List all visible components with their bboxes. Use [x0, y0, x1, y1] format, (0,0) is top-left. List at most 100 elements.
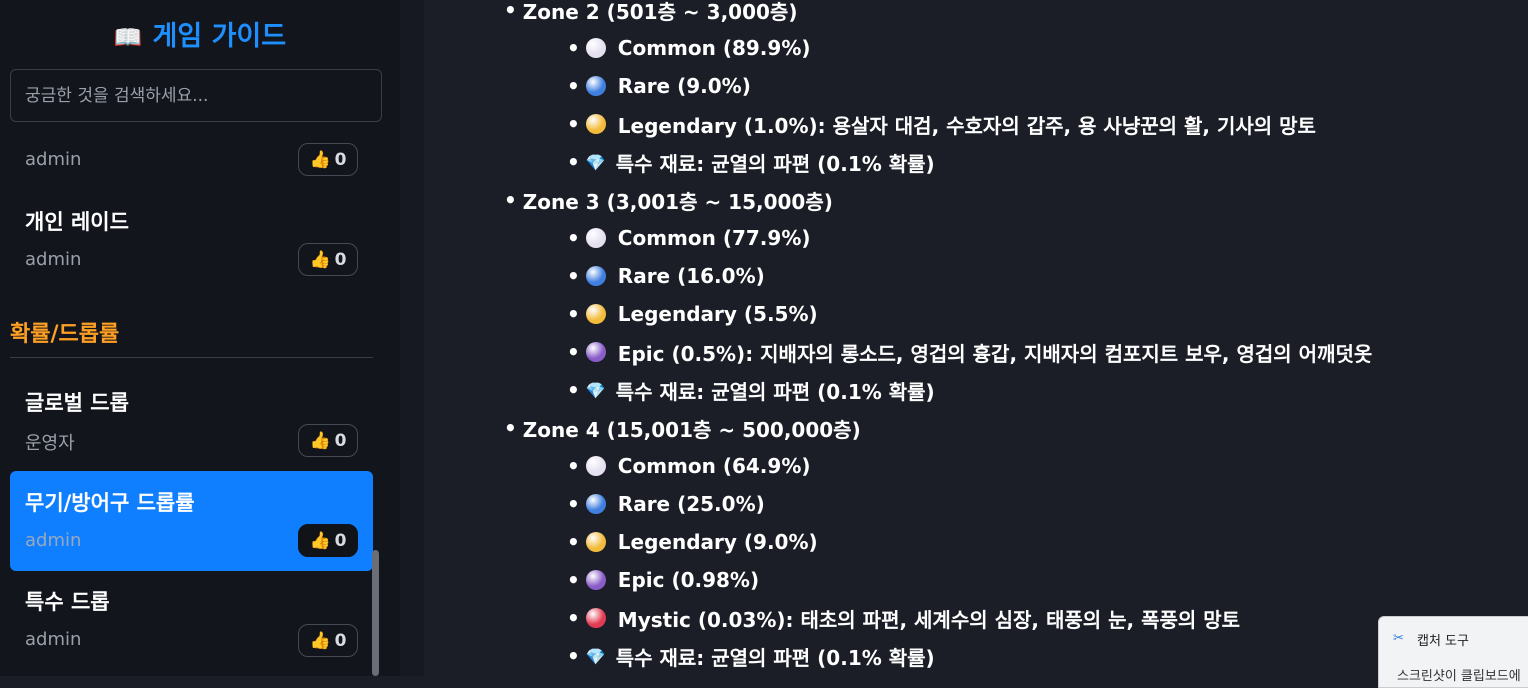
notification-message: 스크린샷이 클립보드에 — [1397, 669, 1521, 684]
common-rarity-icon — [585, 456, 606, 476]
drop-label: Rare (9.0%) — [617, 74, 751, 98]
snipping-tool-notification[interactable]: ✂ 캡처 도구 스크린샷이 클립보드에 — [1378, 616, 1528, 688]
zone-label: Zone 3 (3,001층 ~ 15,000층) — [522, 189, 833, 214]
sidebar-gutter — [400, 0, 424, 676]
bullet: • — [504, 416, 517, 440]
common-rarity-icon — [585, 38, 606, 58]
brand-title: 게임 가이드 — [152, 21, 287, 52]
rare-rarity-icon — [585, 266, 606, 286]
common-rarity-icon — [585, 228, 606, 248]
drop-label: Common (77.9%) — [617, 226, 811, 250]
brand-header[interactable]: 📖 게임 가이드 — [0, 14, 400, 53]
drop-item: • Epic (0.98%) — [567, 566, 759, 594]
rare-rarity-icon — [585, 76, 606, 96]
drop-label: Rare (25.0%) — [617, 492, 765, 516]
bullet: • — [567, 150, 580, 174]
bullet: • — [567, 492, 580, 516]
like-count: 0 — [334, 530, 347, 551]
guide-item[interactable]: 글로벌 드롭 운영자 👍 0 — [10, 376, 373, 468]
drop-label: Common (64.9%) — [617, 454, 811, 478]
guide-item-active[interactable]: 무기/방어구 드롭률 admin 👍 0 — [10, 471, 373, 571]
drop-item: • Rare (9.0%) — [567, 72, 751, 100]
like-button[interactable]: 👍 0 — [298, 424, 358, 457]
drop-item: • Rare (16.0%) — [567, 262, 765, 290]
drop-label: 특수 재료: 균열의 파편 (0.1% 확률) — [615, 645, 935, 670]
section-divider — [10, 357, 373, 358]
legendary-rarity-icon — [585, 114, 606, 134]
zone-heading: • Zone 3 (3,001층 ~ 15,000층) — [504, 186, 833, 214]
drop-label: Legendary (5.5%) — [617, 302, 818, 326]
drop-item: • Epic (0.5%): 지배자의 롱소드, 영겁의 흉갑, 지배자의 컴포지… — [567, 338, 1372, 366]
guide-item[interactable]: 개인 레이드 admin 👍 0 — [10, 196, 373, 288]
drop-item: • Legendary (9.0%) — [567, 528, 818, 556]
guide-author: admin — [25, 149, 82, 170]
drop-label: Legendary (1.0%): 용살자 대검, 수호자의 갑주, 용 사냥꾼… — [617, 113, 1316, 138]
like-button[interactable]: 👍 0 — [298, 143, 358, 176]
thumbs-up-icon: 👍 — [309, 249, 331, 270]
bullet: • — [567, 644, 580, 668]
epic-rarity-icon — [585, 570, 606, 590]
guide-content: • Zone 2 (501층 ~ 3,000층) • Common (89.9%) • R… — [424, 0, 1528, 676]
guide-title: 개인 레이드 — [25, 210, 129, 234]
drop-item: • Common (64.9%) — [567, 452, 811, 480]
search-input[interactable] — [10, 69, 382, 122]
zone-label: Zone 2 (501층 ~ 3,000층) — [522, 0, 798, 24]
drop-item: • Common (77.9%) — [567, 224, 811, 252]
like-button[interactable]: 👍 0 — [298, 624, 358, 657]
guide-author: admin — [25, 629, 82, 650]
sidebar: 📖 게임 가이드 admin 👍 0 개인 레이드 admin 👍 0 확률/드롭… — [0, 0, 400, 676]
bullet: • — [567, 264, 580, 288]
thumbs-up-icon: 👍 — [309, 430, 331, 451]
drop-item: • 💎 특수 재료: 균열의 파편 (0.1% 확률) — [567, 376, 935, 404]
zone-heading: • Zone 4 (15,001층 ~ 500,000층) — [504, 414, 861, 442]
guide-author: 운영자 — [25, 433, 75, 454]
guide-author: admin — [25, 530, 82, 551]
like-count: 0 — [334, 630, 347, 651]
gem-icon: 💎 — [585, 152, 606, 172]
drop-item: • Legendary (5.5%) — [567, 300, 818, 328]
drop-label: Epic (0.98%) — [617, 568, 760, 592]
thumbs-up-icon: 👍 — [309, 630, 331, 651]
drop-label: Epic (0.5%): 지배자의 롱소드, 영겁의 흉갑, 지배자의 컴포지트… — [617, 341, 1373, 366]
guide-item[interactable]: 특수 드롭 admin 👍 0 — [10, 576, 373, 668]
notification-title: 캡처 도구 — [1417, 634, 1469, 649]
bullet: • — [567, 454, 580, 478]
bullet: • — [567, 340, 580, 364]
guide-title: 글로벌 드롭 — [25, 391, 129, 415]
drop-label: Rare (16.0%) — [617, 264, 765, 288]
drop-label: Common (89.9%) — [617, 36, 811, 60]
like-button[interactable]: 👍 0 — [298, 243, 358, 276]
legendary-rarity-icon — [585, 304, 606, 324]
bullet: • — [567, 568, 580, 592]
thumbs-up-icon: 👍 — [309, 530, 331, 551]
section-title: 확률/드롭률 — [10, 322, 120, 347]
like-count: 0 — [334, 430, 347, 451]
bullet: • — [567, 112, 580, 136]
bullet: • — [567, 530, 580, 554]
drop-label: 특수 재료: 균열의 파편 (0.1% 확률) — [615, 151, 935, 176]
gem-icon: 💎 — [585, 646, 606, 666]
guide-item[interactable]: admin 👍 0 — [10, 135, 373, 187]
drop-label: Legendary (9.0%) — [617, 530, 818, 554]
like-count: 0 — [334, 149, 347, 170]
drop-item: • 💎 특수 재료: 균열의 파편 (0.1% 확률) — [567, 148, 935, 176]
bullet: • — [567, 378, 580, 402]
like-button[interactable]: 👍 0 — [298, 524, 358, 557]
drop-item: • Legendary (1.0%): 용살자 대검, 수호자의 갑주, 용 사냥… — [567, 110, 1316, 138]
drop-label: Mystic (0.03%): 태초의 파편, 세계수의 심장, 태풍의 눈, … — [617, 607, 1241, 632]
bullet: • — [567, 226, 580, 250]
drop-item: • Mystic (0.03%): 태초의 파편, 세계수의 심장, 태풍의 눈,… — [567, 604, 1240, 632]
scissors-icon: ✂ — [1393, 631, 1404, 646]
sidebar-scrollbar[interactable] — [372, 550, 379, 676]
book-icon: 📖 — [113, 25, 143, 51]
rare-rarity-icon — [585, 494, 606, 514]
zone-heading: • Zone 2 (501층 ~ 3,000층) — [504, 0, 797, 24]
thumbs-up-icon: 👍 — [309, 149, 331, 170]
drop-label: 특수 재료: 균열의 파편 (0.1% 확률) — [615, 379, 935, 404]
mystic-rarity-icon — [585, 608, 606, 628]
bullet: • — [567, 302, 580, 326]
bullet: • — [504, 188, 517, 212]
legendary-rarity-icon — [585, 532, 606, 552]
zone-label: Zone 4 (15,001층 ~ 500,000층) — [522, 417, 861, 442]
drop-item: • Common (89.9%) — [567, 34, 811, 62]
